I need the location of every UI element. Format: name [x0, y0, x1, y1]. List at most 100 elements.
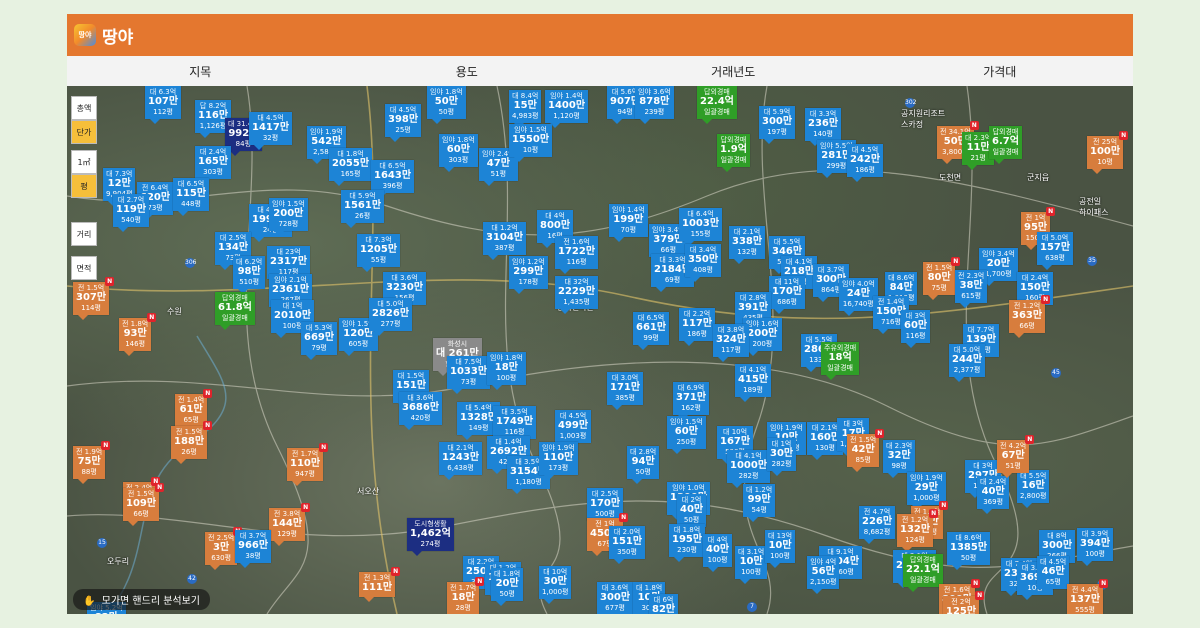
- price-marker[interactable]: 대 3.6억 3686만 420평: [399, 392, 443, 430]
- price-marker[interactable]: 전 2억 125만 N: [943, 591, 985, 614]
- price-marker[interactable]: 대 6.3억 107만 112평: [145, 86, 182, 124]
- price-marker[interactable]: 대 3.0억 171만 385평: [607, 372, 644, 410]
- price-marker[interactable]: 대 4.1억 1000만 282평: [727, 450, 771, 488]
- price-marker[interactable]: 임야 4억 56만 2,150평: [807, 556, 840, 594]
- price-marker[interactable]: 대 3.4억 350만 408평: [685, 244, 722, 282]
- price-marker[interactable]: 대 3.5억 1749만 116평: [493, 406, 537, 444]
- control-unit-price[interactable]: 단가: [71, 120, 97, 144]
- price-marker[interactable]: 대 5.0억 2826만 277평: [369, 298, 413, 336]
- price-marker[interactable]: 답외경매 22.4억 일괄경매: [697, 86, 737, 124]
- control-total-price[interactable]: 총액: [71, 96, 97, 120]
- price-marker[interactable]: 임야 1.5억 200만 728평: [269, 198, 308, 236]
- price-marker[interactable]: 대 5.9억 300만 197평: [759, 106, 796, 144]
- price-marker[interactable]: 전 1.5억 307만 114평 N: [73, 277, 115, 320]
- price-marker[interactable]: 대 7.5억 1033만 73평: [447, 356, 491, 394]
- control-area[interactable]: 면적: [71, 256, 97, 280]
- price-marker[interactable]: 전 1.5억 42만 85평 N: [847, 429, 885, 472]
- price-marker[interactable]: 전 2.3억 38만 615평: [955, 270, 988, 308]
- price-marker[interactable]: 임야 3.6억 878만 239평: [635, 86, 674, 124]
- price-marker[interactable]: 전 25억 100만 10평 N: [1087, 131, 1129, 174]
- price-marker[interactable]: 대 3억 60만 116평: [901, 310, 931, 348]
- price-marker[interactable]: 임야 1.5억 60만 250평: [667, 416, 706, 454]
- price-marker[interactable]: 대 32억 2229만 1,435평: [555, 276, 599, 314]
- price-marker[interactable]: 대 5.9억 1561만 26평: [341, 190, 385, 228]
- control-unit-pyeong[interactable]: 평: [71, 174, 97, 198]
- price-marker[interactable]: 답외경매 22.1억 일괄경매: [903, 554, 943, 592]
- price-marker[interactable]: 대 1.2억 3104만 387평: [483, 222, 527, 260]
- price-marker[interactable]: 대 5.3억 669만 79평: [301, 322, 338, 360]
- price-marker[interactable]: 대 7.3억 1205만 55평: [357, 234, 401, 272]
- price-marker[interactable]: 대 8.6억 1385만 50평: [947, 532, 991, 570]
- price-marker[interactable]: 전 1.7억 110만 947평 N: [287, 443, 329, 486]
- price-marker[interactable]: 임야 1.8억 50만 50평: [427, 86, 466, 124]
- price-marker[interactable]: 전 3.8억 144만 129평 N: [269, 503, 311, 546]
- price-marker[interactable]: 대 2.1억 338만 132평: [729, 226, 766, 264]
- price-marker[interactable]: 대 10억 30만 1,000평: [539, 566, 572, 604]
- analysis-banner[interactable]: ✋ 모가면 핸드리 분석보기: [73, 589, 210, 610]
- price-marker[interactable]: 대 1.8억 20만 50평: [491, 568, 524, 606]
- price-marker[interactable]: 대 1억 30만 282평: [767, 438, 797, 476]
- price-marker[interactable]: 대 11억 170만 686평: [769, 276, 806, 314]
- filter-price-range[interactable]: 가격대: [867, 56, 1134, 86]
- price-marker[interactable]: 대 2.3억 32만 98평: [883, 440, 916, 478]
- price-marker[interactable]: 임야 1.2억 299만 178평: [509, 256, 548, 294]
- price-marker[interactable]: 대 4.5억 242만 186평: [847, 144, 884, 182]
- price-marker[interactable]: 대 2.7억 119만 540평: [113, 194, 150, 232]
- price-marker[interactable]: 전 1.9억 75만 88평 N: [73, 441, 111, 484]
- price-marker[interactable]: 임야 1.9억 110만 173평: [539, 442, 578, 480]
- price-marker[interactable]: 대 4.5억 46만 65평: [1037, 556, 1070, 594]
- price-marker[interactable]: 전 4.2억 67만 51평 N: [997, 435, 1035, 478]
- price-marker[interactable]: 전 1.8억 93만 146평 N: [119, 313, 157, 356]
- price-marker[interactable]: 대 2.4억 40만 369평: [977, 476, 1010, 514]
- price-marker[interactable]: 대 6억82만726평: [649, 594, 679, 614]
- price-marker[interactable]: 대 2.8억 94만 50평: [627, 446, 660, 484]
- price-marker[interactable]: 대 4.5억 1417만 32평: [249, 112, 293, 150]
- price-marker[interactable]: 대 6.5억 661만 99평: [633, 312, 670, 350]
- price-marker[interactable]: 대 1.8억 2055만 165평: [329, 148, 373, 186]
- price-marker[interactable]: 답외경매 6.7억 일괄경매: [989, 126, 1022, 164]
- price-marker[interactable]: 대 6.4억 1003만 155평: [679, 208, 723, 246]
- price-marker[interactable]: 전 1.5억 80만 75평 N: [923, 257, 961, 300]
- price-marker[interactable]: 답외경매 61.8억 일괄경매: [215, 292, 255, 330]
- price-marker[interactable]: 대 2.5억 170만 500평: [587, 488, 624, 526]
- filter-transaction-year[interactable]: 거래년도: [600, 56, 867, 86]
- price-marker[interactable]: 대 2.0억 151만 350평: [609, 526, 646, 564]
- filter-land-use[interactable]: 용도: [334, 56, 601, 86]
- price-marker[interactable]: 대 13억 10만 100평: [765, 530, 796, 568]
- price-marker[interactable]: 도시형생활 1,462억 274평: [407, 518, 454, 556]
- price-marker[interactable]: 대 4.1억 415만 189평: [735, 364, 772, 402]
- filter-land-category[interactable]: 지목: [67, 56, 334, 86]
- price-marker[interactable]: 전 1.6억 1722만 116평: [555, 236, 599, 274]
- price-marker[interactable]: 임야 1.8억 60만 303평: [439, 134, 478, 172]
- price-marker[interactable]: 대 3.9억 394만 100평: [1077, 528, 1114, 566]
- price-marker[interactable]: 대 2억 40만 50평: [677, 494, 707, 532]
- price-marker[interactable]: 대 3.1억 10만 100평: [735, 546, 768, 584]
- price-marker[interactable]: 대 1.8억 195만 230평: [669, 524, 706, 562]
- price-marker[interactable]: 대 2.1억 1243만 6,438평: [439, 442, 483, 480]
- map-view[interactable]: 총액 단가 1㎡ 평 거리 면적 공지원리조트 스카정 도천면 군지읍 공전일 하이패…: [67, 86, 1133, 614]
- price-marker[interactable]: 전 4.7억 226만 8,682평: [859, 506, 896, 544]
- app-logo[interactable]: 땅야: [74, 24, 96, 46]
- price-marker[interactable]: 대 2.2억 117만 186평: [679, 308, 716, 346]
- price-marker[interactable]: 대 4.5억 398만 25평: [385, 104, 422, 142]
- price-marker[interactable]: 임야 1.9억 29만 1,000평: [907, 472, 946, 510]
- price-marker[interactable]: 전 2.5억3만630평N: [205, 527, 243, 570]
- price-marker[interactable]: 대 2.4억 165만 303평: [195, 146, 232, 184]
- price-marker[interactable]: 전 4.4억 137만 555평 N: [1067, 579, 1109, 614]
- price-marker[interactable]: 대 3.7억 966만 38평: [235, 530, 272, 568]
- price-marker[interactable]: 대 4억 40만 100평: [703, 534, 733, 572]
- price-marker[interactable]: 대 3.8억 324만 117평: [713, 324, 750, 362]
- price-marker[interactable]: 대 1.2억 99만 54평: [743, 484, 776, 522]
- price-marker[interactable]: 대 5.5억 16만 2,800평: [1017, 470, 1050, 508]
- price-marker[interactable]: 전 1.5억 188만 26평 N: [171, 421, 213, 464]
- price-marker[interactable]: 임야 1.4억 199만 70평: [609, 204, 648, 242]
- price-marker[interactable]: 대 6.2억 98만 510평: [233, 256, 266, 294]
- price-marker[interactable]: 전 1.2억 363만 66평 N: [1009, 295, 1051, 338]
- price-marker[interactable]: 임야 1.4억 1400만 1,120평: [545, 90, 589, 128]
- price-marker[interactable]: 대 5.0억 157만 638평: [1037, 232, 1074, 270]
- price-marker[interactable]: 전 1.3억 111만 N: [359, 567, 401, 602]
- price-marker[interactable]: 대 6.9억 371만 162평: [673, 382, 710, 420]
- price-marker[interactable]: 답외경매 1.9억 일괄경매: [717, 134, 750, 172]
- price-marker[interactable]: 전 1.7억 18만 28평 N: [447, 577, 485, 614]
- price-marker[interactable]: 대 8.4억 15만 4,983평: [509, 90, 542, 128]
